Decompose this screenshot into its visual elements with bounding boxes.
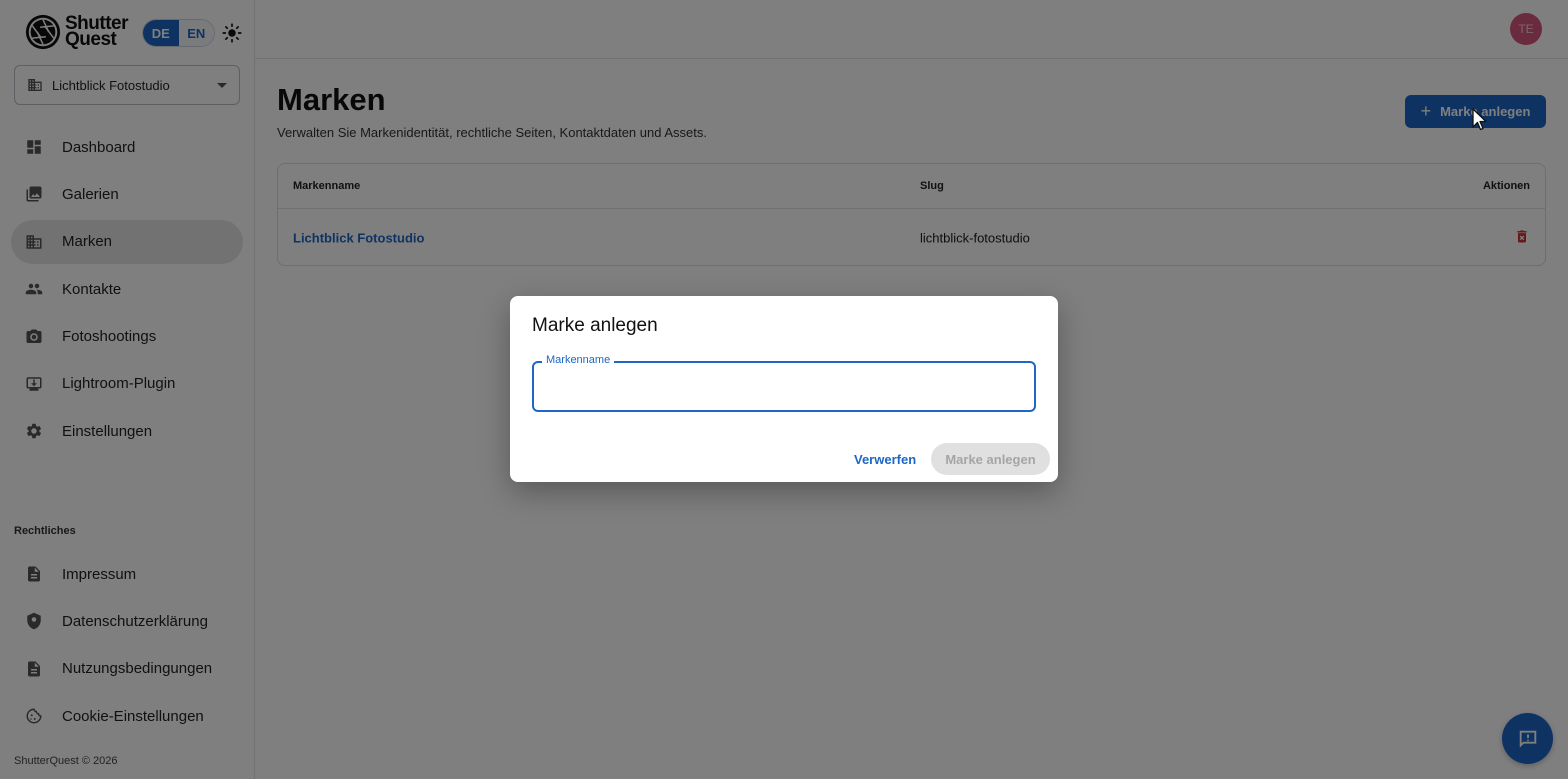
discard-button[interactable]: Verwerfen [848,443,922,475]
dialog-title: Marke anlegen [532,315,658,336]
mouse-cursor-icon [1472,108,1487,131]
submit-button[interactable]: Marke anlegen [931,443,1050,475]
brand-name-input[interactable] [546,375,1022,399]
create-brand-dialog: Marke anlegen Markenname Verwerfen Marke… [510,296,1058,482]
brand-name-field: Markenname [532,354,1036,412]
brand-name-label: Markenname [542,354,615,366]
